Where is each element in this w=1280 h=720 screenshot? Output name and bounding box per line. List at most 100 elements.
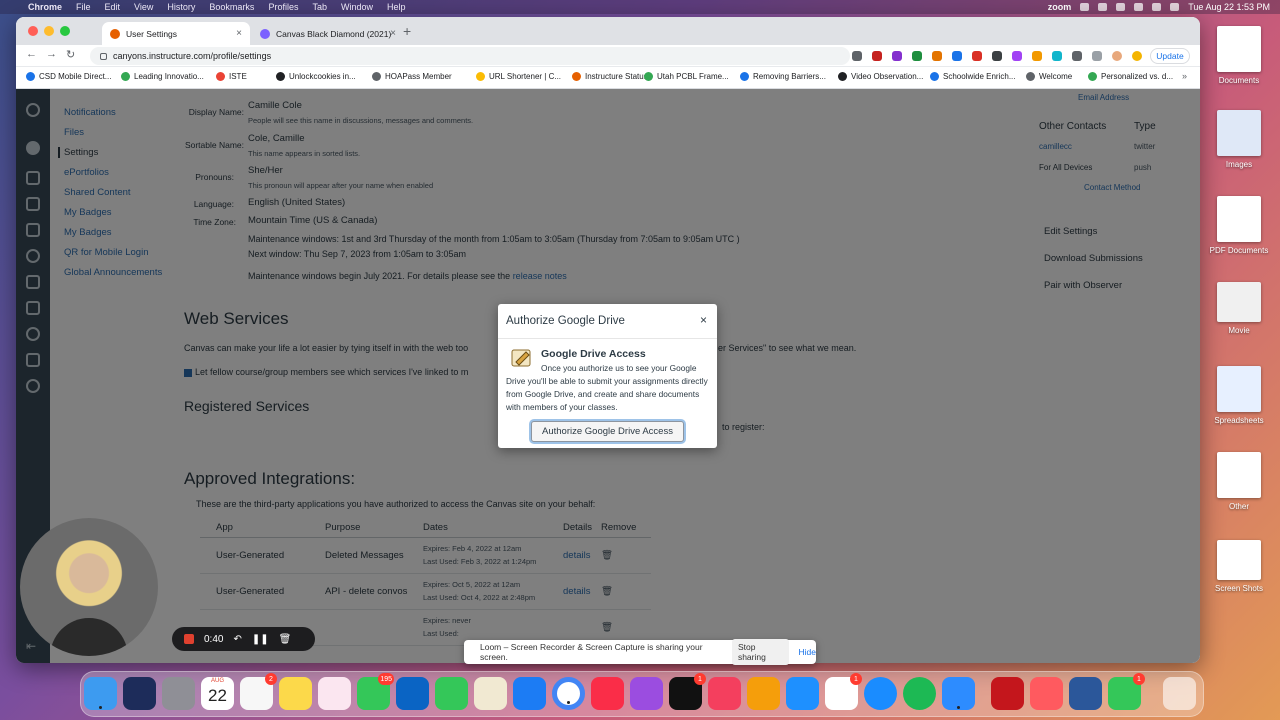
keynote-icon[interactable] — [513, 677, 546, 710]
menu-history[interactable]: History — [167, 2, 195, 12]
reload-icon[interactable]: ↻ — [66, 48, 75, 61]
status-icon[interactable] — [1116, 3, 1126, 11]
battery-icon[interactable] — [1152, 3, 1162, 11]
desktop-folder-screen-shots[interactable]: Screen Shots — [1207, 540, 1271, 593]
apple-tv-icon[interactable]: 1 — [669, 673, 706, 710]
extension-icon[interactable] — [972, 51, 982, 61]
extension-icon[interactable] — [892, 51, 902, 61]
preview-icon[interactable] — [474, 677, 507, 710]
spotify-icon[interactable] — [903, 677, 936, 710]
bookmark-item[interactable]: Utah PCBL Frame... — [644, 72, 729, 81]
desktop-folder-images[interactable]: Images — [1207, 110, 1271, 169]
tab-canvas-black-diamond[interactable]: Canvas Black Diamond (2021) × — [252, 22, 404, 45]
zoom-icon[interactable] — [942, 677, 975, 710]
app-store-icon[interactable] — [786, 677, 819, 710]
status-icon[interactable] — [1080, 3, 1090, 11]
slack-icon[interactable]: 1 — [825, 673, 862, 710]
menu-edit[interactable]: Edit — [105, 2, 121, 12]
menu-window[interactable]: Window — [341, 2, 373, 12]
app-icon[interactable]: 1 — [1108, 673, 1145, 710]
books-icon[interactable] — [747, 677, 780, 710]
lock-icon[interactable] — [100, 52, 107, 60]
bookmark-item[interactable]: Leading Innovatio... — [121, 72, 204, 81]
close-window-button[interactable] — [28, 26, 38, 36]
close-tab-icon[interactable]: × — [390, 28, 396, 39]
facetime-icon[interactable] — [435, 677, 468, 710]
extension-icon[interactable] — [952, 51, 962, 61]
minimize-window-button[interactable] — [44, 26, 54, 36]
update-button[interactable]: Update — [1150, 48, 1190, 64]
bookmark-item[interactable]: Removing Barriers... — [740, 72, 826, 81]
forward-icon[interactable]: → — [46, 48, 57, 60]
extension-icon[interactable] — [992, 51, 1002, 61]
extension-icon[interactable] — [1032, 51, 1042, 61]
bookmark-item[interactable]: Schoolwide Enrich... — [930, 72, 1015, 81]
bookmark-item[interactable]: Video Observation... — [838, 72, 923, 81]
tab-user-settings[interactable]: User Settings × — [102, 22, 250, 45]
desktop-folder-pdf-documents[interactable]: PDF Documents — [1207, 196, 1271, 255]
maximize-window-button[interactable] — [60, 26, 70, 36]
loom-webcam-bubble[interactable] — [20, 518, 158, 656]
launchpad-icon[interactable] — [162, 677, 195, 710]
acrobat-icon[interactable] — [991, 677, 1024, 710]
bookmark-item[interactable]: Unlockcookies in... — [276, 72, 356, 81]
finder-icon[interactable] — [84, 677, 117, 710]
desktop-folder-movie[interactable]: Movie — [1207, 282, 1271, 335]
extension-icon[interactable] — [932, 51, 942, 61]
photos-icon[interactable] — [318, 677, 351, 710]
back-icon[interactable]: ← — [26, 48, 37, 60]
profile-avatar[interactable] — [1112, 51, 1122, 61]
status-icon[interactable] — [1098, 3, 1108, 11]
trash-icon[interactable] — [1163, 677, 1196, 710]
menu-help[interactable]: Help — [387, 2, 406, 12]
desktop-folder-other[interactable]: Other — [1207, 452, 1271, 511]
bookmark-item[interactable]: Personalized vs. d... — [1088, 72, 1173, 81]
side-panel-icon[interactable] — [1092, 51, 1102, 61]
extensions-puzzle-icon[interactable] — [1072, 51, 1082, 61]
extension-icon[interactable] — [872, 51, 882, 61]
more-bookmarks-icon[interactable]: » — [1182, 71, 1187, 81]
close-tab-icon[interactable]: × — [236, 28, 242, 39]
menu-profiles[interactable]: Profiles — [268, 2, 298, 12]
bookmark-item[interactable]: ISTE — [216, 72, 247, 81]
menu-app-name[interactable]: Chrome — [28, 2, 62, 12]
bookmark-item[interactable]: HOAPass Member — [372, 72, 452, 81]
menu-file[interactable]: File — [76, 2, 91, 12]
extension-icon[interactable] — [852, 51, 862, 61]
bookmark-item[interactable]: URL Shortener | C... — [476, 72, 561, 81]
stop-recording-icon[interactable] — [184, 634, 194, 644]
reminders-icon[interactable]: 2 — [240, 673, 277, 710]
restart-icon[interactable]: ↶ — [233, 634, 241, 645]
extension-icon[interactable] — [912, 51, 922, 61]
new-tab-icon[interactable]: + — [403, 23, 411, 39]
bookmark-item[interactable]: CSD Mobile Direct... — [26, 72, 111, 81]
close-icon[interactable]: × — [700, 313, 707, 327]
menu-tab[interactable]: Tab — [312, 2, 327, 12]
pause-icon[interactable]: ❚❚ — [252, 634, 269, 645]
address-bar[interactable]: canyons.instructure.com/profile/settings — [90, 47, 850, 65]
menu-view[interactable]: View — [134, 2, 153, 12]
calendar-icon[interactable]: AUG 22 — [201, 677, 234, 710]
chrome-icon[interactable] — [552, 677, 585, 710]
bookmark-item[interactable]: Instructure Status — [572, 72, 648, 81]
profile-avatar[interactable] — [1132, 51, 1142, 61]
wifi-icon[interactable] — [1134, 3, 1144, 11]
messages-icon[interactable]: 195 — [357, 673, 394, 710]
menu-clock[interactable]: Tue Aug 22 1:53 PM — [1188, 2, 1270, 12]
hide-button[interactable]: Hide — [799, 647, 816, 657]
extension-icon[interactable] — [1012, 51, 1022, 61]
discard-icon[interactable]: 🗑 — [279, 634, 292, 645]
desktop-folder-documents[interactable]: Documents — [1207, 26, 1271, 85]
extension-icon[interactable] — [1052, 51, 1062, 61]
desktop-folder-spreadsheets[interactable]: Spreadsheets — [1207, 366, 1271, 425]
creative-cloud-icon[interactable] — [1030, 677, 1063, 710]
news-icon[interactable] — [708, 677, 741, 710]
notes-icon[interactable] — [279, 677, 312, 710]
music-icon[interactable] — [591, 677, 624, 710]
stop-sharing-button[interactable]: Stop sharing — [731, 639, 789, 665]
zoom-status[interactable]: zoom — [1048, 2, 1072, 12]
menu-bookmarks[interactable]: Bookmarks — [209, 2, 254, 12]
word-icon[interactable] — [1069, 677, 1102, 710]
outlook-icon[interactable] — [396, 677, 429, 710]
control-center-icon[interactable] — [1170, 3, 1180, 11]
